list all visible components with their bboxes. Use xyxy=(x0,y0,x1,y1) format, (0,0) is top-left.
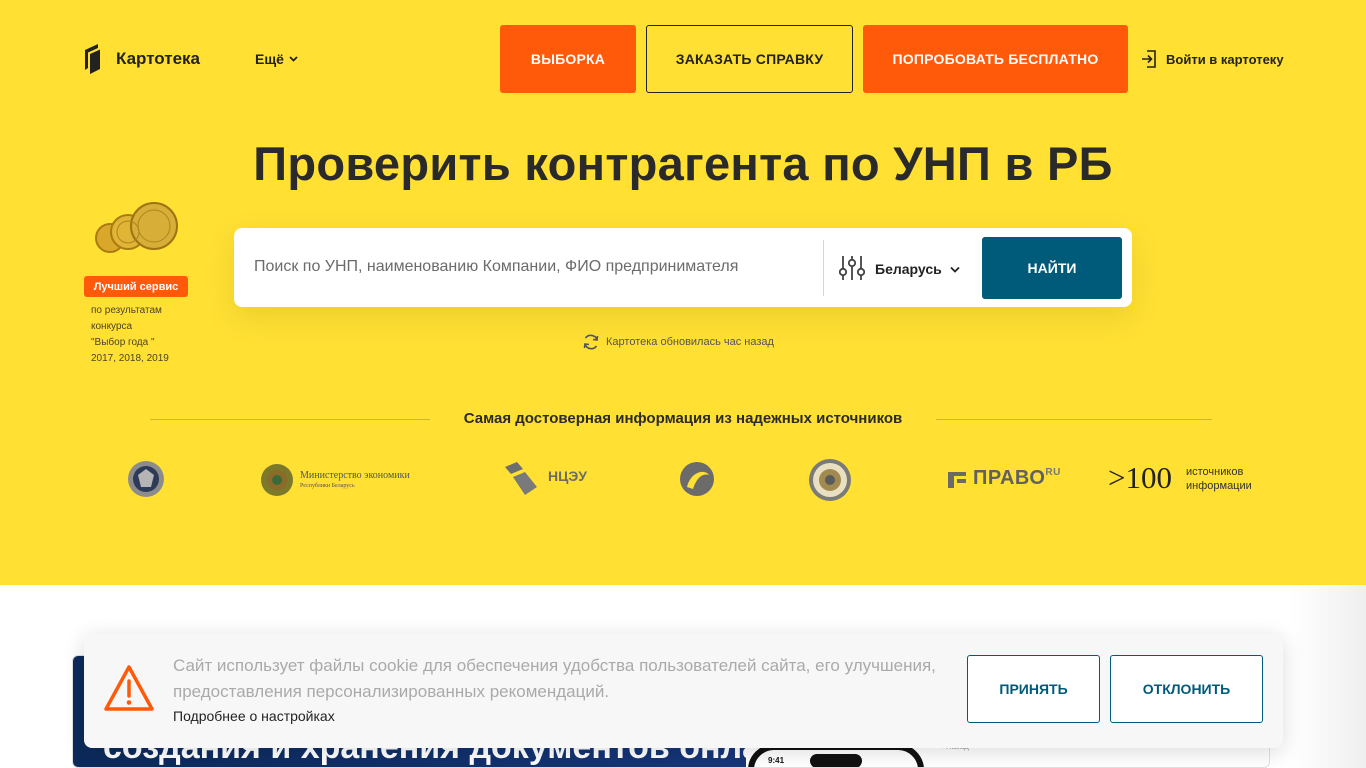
try-free-button[interactable]: ПОПРОБОВАТЬ БЕСПЛАТНО xyxy=(863,25,1128,93)
cookie-banner: Сайт использует файлы cookie для обеспеч… xyxy=(84,634,1283,748)
award-description: по результатам конкурса "Выбор года " 20… xyxy=(91,303,191,367)
phone-notch xyxy=(810,754,862,767)
search-input[interactable] xyxy=(254,252,814,282)
update-status-text: Картотека обновилась час назад xyxy=(606,336,774,348)
award-medals-image xyxy=(95,202,178,253)
country-label: Беларусь xyxy=(875,261,942,277)
scroll-shadow xyxy=(1290,585,1366,768)
warning-icon xyxy=(104,665,154,711)
country-selector[interactable]: Беларусь xyxy=(875,261,960,277)
ministry-emblem-icon xyxy=(261,464,293,496)
sources-count-line: источников xyxy=(1186,466,1244,478)
filter-sliders-icon[interactable] xyxy=(839,255,865,281)
cookie-message: Сайт использует файлы cookie для обеспеч… xyxy=(173,656,936,701)
circle-swirl-logo-icon xyxy=(680,462,714,496)
chevron-down-icon xyxy=(950,266,960,273)
logo-text: Картотека xyxy=(116,49,201,68)
award-line: "Выбор года " xyxy=(91,337,155,348)
search-panel: Беларусь НАЙТИ xyxy=(234,228,1132,307)
emblem-logo-icon xyxy=(128,461,164,497)
update-status: Картотека обновилась час назад xyxy=(582,333,774,351)
ncez-logo-icon xyxy=(505,462,537,495)
more-menu[interactable]: Ещё xyxy=(255,51,298,67)
hero-section: Картотека Ещё ВЫБОРКА ЗАКАЗАТЬ СПРАВКУ П… xyxy=(0,0,1366,585)
cookie-accept-button[interactable]: ПРИНЯТЬ xyxy=(967,655,1100,723)
login-link[interactable]: Войти в картотеку xyxy=(1141,50,1284,68)
login-label: Войти в картотеку xyxy=(1166,51,1284,67)
pravo-suffix: RU xyxy=(1045,467,1061,478)
seal-logo-icon xyxy=(809,459,851,501)
sources-title: Самая достоверная информация из надежных… xyxy=(463,410,903,427)
cookie-settings-link[interactable]: Подробнее о настройках xyxy=(173,708,335,724)
ncez-logo-text: НЦЭУ xyxy=(548,468,588,484)
cookie-decline-button[interactable]: ОТКЛОНИТЬ xyxy=(1110,655,1263,723)
chevron-down-icon xyxy=(289,56,298,62)
sources-count-label: источников информации xyxy=(1186,465,1252,493)
award-line: конкурса xyxy=(91,321,133,332)
order-report-button[interactable]: ЗАКАЗАТЬ СПРАВКУ xyxy=(646,25,853,93)
selection-button[interactable]: ВЫБОРКА xyxy=(500,25,636,93)
site-logo[interactable]: Картотека xyxy=(83,44,200,74)
award-line: 2017, 2018, 2019 xyxy=(91,353,169,364)
ministry-line: Министерство экономики xyxy=(300,470,410,481)
pravo-label: ПРАВО xyxy=(973,467,1046,489)
ministry-logo-text: Министерство экономики Республики Белару… xyxy=(300,471,410,491)
sources-count: >100 xyxy=(1108,460,1172,495)
pravo-logo-icon xyxy=(948,472,966,488)
search-button[interactable]: НАЙТИ xyxy=(982,237,1122,299)
refresh-icon xyxy=(583,334,599,350)
award-badge: Лучший сервис xyxy=(84,276,188,297)
search-divider xyxy=(823,240,824,296)
logo-icon xyxy=(85,44,100,74)
more-menu-label: Ещё xyxy=(255,51,284,67)
ministry-line: Республики Беларусь xyxy=(300,483,355,489)
award-line: по результатам xyxy=(91,305,162,316)
page-title: Проверить контрагента по УНП в РБ xyxy=(253,137,1113,190)
phone-time: 9:41 xyxy=(768,756,785,765)
login-icon xyxy=(1142,50,1156,68)
sources-count-line: информации xyxy=(1186,480,1252,492)
pravo-logo-text: ПРАВОRU xyxy=(973,467,1061,490)
